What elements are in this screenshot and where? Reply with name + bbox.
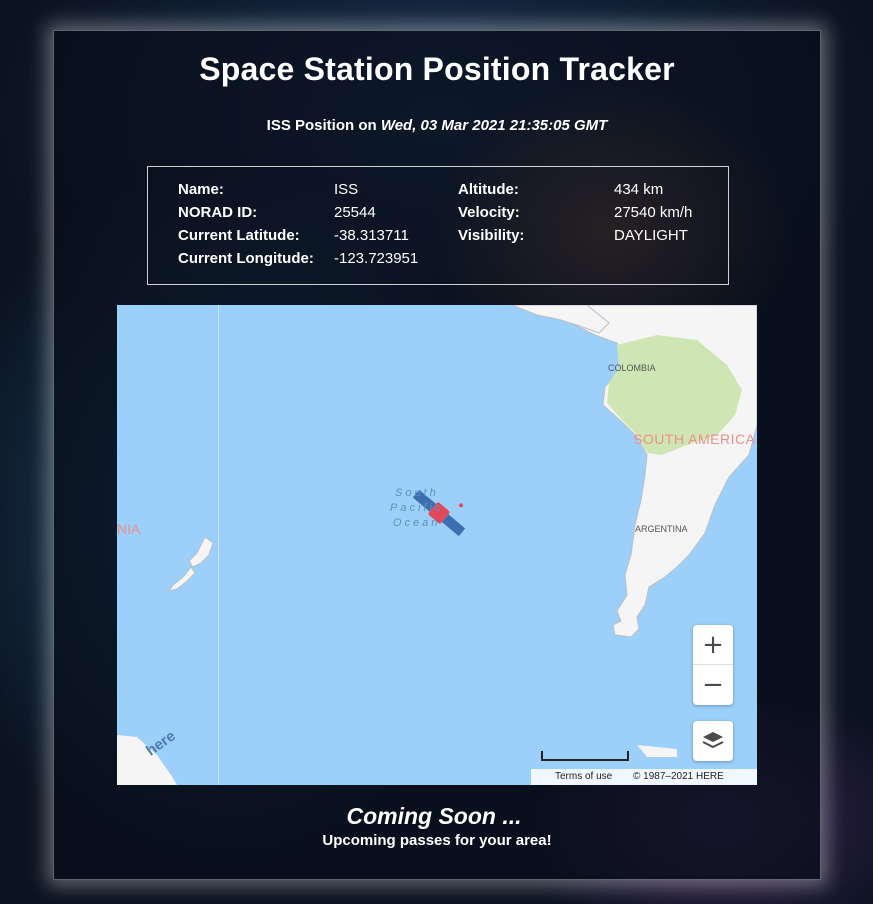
upcoming-passes-text: Upcoming passes for your area! bbox=[322, 832, 552, 849]
name-value: ISS bbox=[334, 181, 359, 198]
iss-info-box: Name: ISS Altitude: 434 km NORAD ID: 255… bbox=[147, 166, 729, 285]
subtitle-prefix: ISS Position on bbox=[266, 117, 381, 134]
new-zealand-south bbox=[167, 566, 196, 592]
scale-bar bbox=[541, 751, 629, 761]
altitude-label: Altitude: bbox=[458, 181, 519, 198]
antarctic-peninsula bbox=[637, 745, 677, 757]
norad-value: 25544 bbox=[334, 204, 376, 221]
copyright-text: © 1987–2021 HERE bbox=[633, 771, 724, 782]
page-title: Space Station Position Tracker bbox=[199, 51, 675, 87]
label-ocean-2: Pacific bbox=[390, 502, 444, 514]
visibility-label: Visibility: bbox=[458, 227, 525, 244]
label-ocean-3: Ocean bbox=[393, 517, 441, 529]
velocity-value: 27540 km/h bbox=[614, 204, 693, 221]
layers-button[interactable] bbox=[693, 721, 733, 761]
norad-label: NORAD ID: bbox=[178, 204, 258, 221]
longitude-label: Current Longitude: bbox=[178, 250, 314, 267]
velocity-label: Velocity: bbox=[458, 204, 520, 221]
label-nia: NIA bbox=[117, 521, 141, 537]
visibility-value: DAYLIGHT bbox=[614, 227, 688, 244]
layers-icon bbox=[702, 732, 724, 749]
coming-soon-heading: Coming Soon ... bbox=[346, 803, 522, 829]
tracker-panel: Space Station Position Tracker ISS Posit… bbox=[53, 30, 821, 880]
map-geography bbox=[117, 305, 757, 785]
new-zealand-north bbox=[188, 536, 214, 568]
position-timestamp: ISS Position on Wed, 03 Mar 2021 21:35:0… bbox=[54, 117, 820, 134]
zoom-in-button[interactable]: + bbox=[693, 625, 733, 665]
subtitle-time: Wed, 03 Mar 2021 21:35:05 GMT bbox=[380, 117, 608, 134]
terms-of-use-link[interactable]: Terms of use bbox=[555, 771, 612, 782]
zoom-out-button[interactable]: − bbox=[693, 665, 733, 705]
iss-map[interactable]: COLOMBIA SOUTH AMERICA ARGENTINA NIA Sou… bbox=[117, 305, 757, 785]
altitude-value: 434 km bbox=[614, 181, 664, 198]
longitude-value: -123.723951 bbox=[334, 250, 419, 267]
label-south-america: SOUTH AMERICA bbox=[633, 431, 756, 447]
label-colombia: COLOMBIA bbox=[608, 363, 656, 373]
latitude-label: Current Latitude: bbox=[178, 227, 300, 244]
zoom-control: + − bbox=[693, 625, 733, 705]
name-label: Name: bbox=[178, 181, 224, 198]
date-line bbox=[218, 305, 219, 785]
label-ocean-1: South bbox=[395, 487, 439, 499]
label-argentina: ARGENTINA bbox=[635, 524, 688, 534]
latitude-value: -38.313711 bbox=[334, 227, 409, 244]
map-attribution: Terms of use © 1987–2021 HERE bbox=[531, 769, 757, 785]
